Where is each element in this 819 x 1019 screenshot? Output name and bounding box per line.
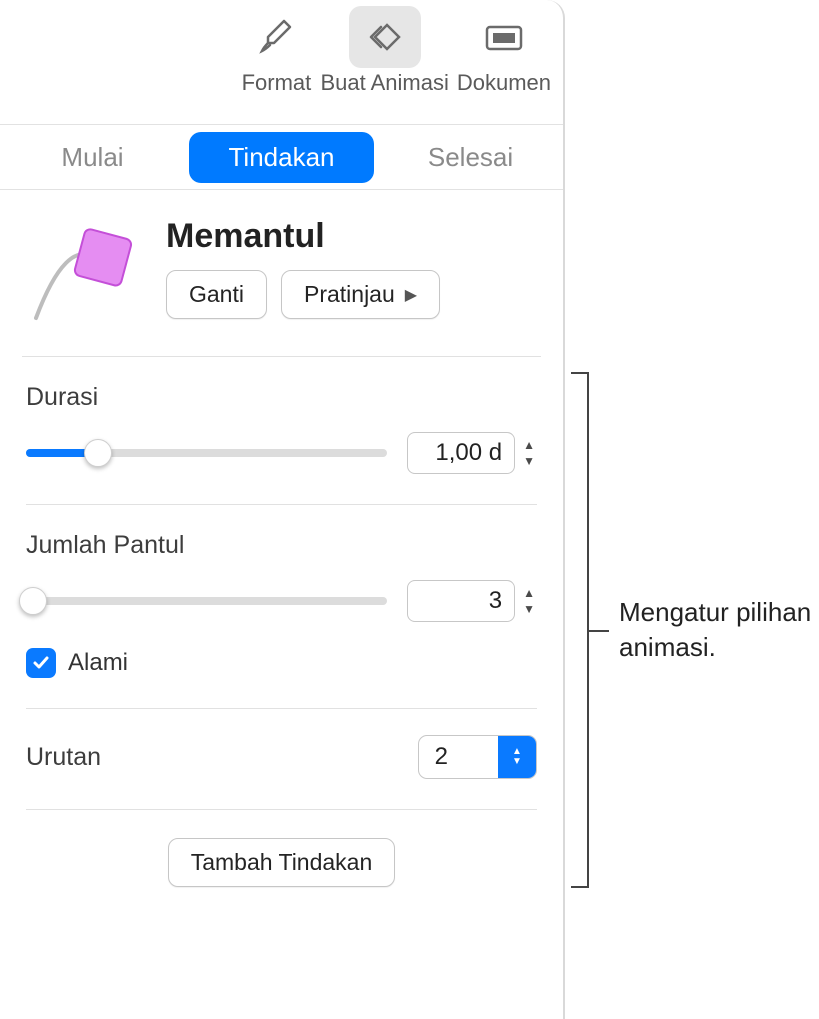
format-tool[interactable]: Format	[236, 6, 316, 96]
duration-label: Durasi	[26, 383, 537, 412]
duration-slider[interactable]	[26, 449, 387, 457]
callout-bracket	[565, 372, 589, 888]
order-section: Urutan 2 ▲▼	[26, 709, 537, 810]
duration-input[interactable]	[407, 432, 515, 474]
callout: Mengatur pilihan animasi.	[565, 372, 819, 888]
preview-button[interactable]: Pratinjau ▶	[281, 270, 440, 319]
stepper-up-icon[interactable]: ▲	[521, 437, 537, 453]
bounces-stepper[interactable]: ▲ ▼	[407, 580, 537, 622]
bounce-effect-icon	[26, 208, 146, 328]
duration-stepper[interactable]: ▲ ▼	[407, 432, 537, 474]
add-action-button[interactable]: Tambah Tindakan	[168, 838, 396, 887]
order-value: 2	[419, 743, 498, 771]
diamond-icon	[349, 6, 421, 68]
effect-header: Memantul Ganti Pratinjau ▶	[26, 208, 537, 328]
tab-action[interactable]: Tindakan	[189, 132, 374, 183]
inspector-panel: Format Buat Animasi Dokumen Mulai Tin	[0, 0, 565, 1019]
tab-start[interactable]: Mulai	[0, 128, 185, 187]
format-label: Format	[242, 70, 312, 96]
callout-text: Mengatur pilihan animasi.	[619, 595, 819, 665]
duration-section: Durasi ▲ ▼	[26, 357, 537, 505]
animate-label: Buat Animasi	[320, 70, 448, 96]
animate-tool[interactable]: Buat Animasi	[316, 6, 452, 96]
footer: Tambah Tindakan	[26, 810, 537, 887]
natural-label: Alami	[68, 649, 128, 677]
play-icon: ▶	[405, 285, 417, 305]
brush-icon	[240, 6, 312, 68]
bounces-label: Jumlah Pantul	[26, 531, 537, 560]
content-area: Memantul Ganti Pratinjau ▶ Durasi	[0, 190, 563, 887]
document-label: Dokumen	[457, 70, 551, 96]
select-arrows-icon: ▲▼	[498, 736, 536, 778]
effect-name: Memantul	[166, 217, 537, 256]
change-button[interactable]: Ganti	[166, 270, 267, 319]
top-toolbar: Format Buat Animasi Dokumen	[0, 0, 563, 124]
stepper-down-icon[interactable]: ▼	[521, 453, 537, 469]
tab-finish[interactable]: Selesai	[378, 128, 563, 187]
bounces-input[interactable]	[407, 580, 515, 622]
document-tool[interactable]: Dokumen	[453, 6, 555, 96]
stepper-down-icon[interactable]: ▼	[521, 601, 537, 617]
bounces-section: Jumlah Pantul ▲ ▼ Alami	[26, 505, 537, 709]
natural-checkbox[interactable]	[26, 648, 56, 678]
order-label: Urutan	[26, 743, 101, 772]
document-icon	[468, 6, 540, 68]
animation-tabs: Mulai Tindakan Selesai	[0, 124, 563, 190]
stepper-up-icon[interactable]: ▲	[521, 585, 537, 601]
order-select[interactable]: 2 ▲▼	[418, 735, 537, 779]
bounces-slider[interactable]	[26, 597, 387, 605]
